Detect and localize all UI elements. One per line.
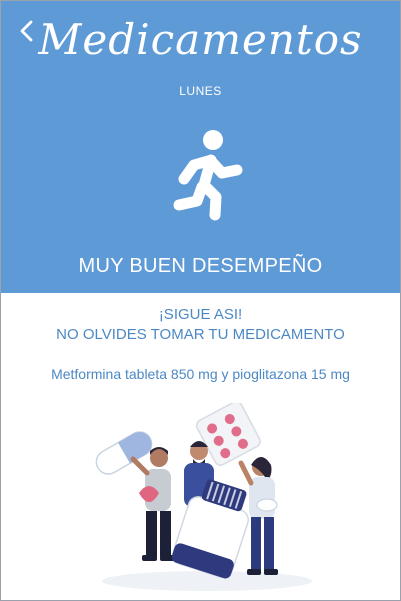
screen: Medicamentos LUNES MUY BUEN DESEMPEÑO ¡S…	[0, 0, 401, 601]
day-label: LUNES	[179, 84, 222, 98]
performance-status: MUY BUEN DESEMPEÑO	[78, 255, 323, 277]
people-with-medicine-illustration	[95, 403, 312, 591]
runner-icon	[173, 130, 243, 221]
header-panel: Medicamentos LUNES MUY BUEN DESEMPEÑO	[1, 1, 400, 293]
encouragement-text: ¡SIGUE ASI!	[158, 306, 243, 323]
page-title: Medicamentos	[38, 15, 363, 64]
medication-name: Metformina tableta 850 mg y pioglitazona…	[51, 366, 350, 382]
reminder-text: NO OLVIDES TOMAR TU MEDICAMENTO	[56, 326, 345, 343]
